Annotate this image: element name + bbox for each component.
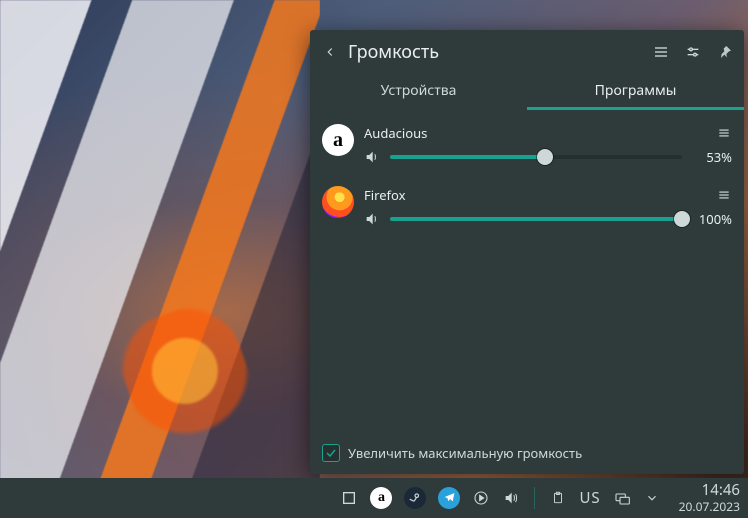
steam-tray-icon[interactable] [404,487,426,509]
clipboard-tray-icon[interactable] [549,489,567,507]
apps-list: a Audacious 53% [310,110,744,434]
speaker-icon[interactable] [364,211,380,227]
tab-devices[interactable]: Устройства [310,74,527,110]
app-menu-button[interactable] [716,188,732,202]
pin-icon[interactable] [716,43,734,61]
media-play-tray-icon[interactable] [472,489,490,507]
volume-value: 53% [692,148,732,166]
panel-title: Громкость [348,40,652,64]
app-name: Firefox [364,186,716,204]
firefox-icon [322,186,354,218]
boost-volume-checkbox[interactable] [322,444,340,462]
settings-sliders-icon[interactable] [684,43,702,61]
tray-expand-icon[interactable] [643,489,661,507]
telegram-tray-icon[interactable] [438,487,460,509]
volume-tray-icon[interactable] [502,489,520,507]
keyboard-layout-indicator[interactable]: US [579,488,600,508]
boost-volume-label: Увеличить максимальную громкость [348,444,582,462]
volume-slider-firefox[interactable] [390,211,682,227]
app-menu-button[interactable] [716,126,732,140]
app-row-audacious: a Audacious 53% [322,118,732,180]
app-row-firefox: Firefox 100% [322,180,732,242]
volume-panel: Громкость Устройства Программы a [310,30,744,474]
app-name: Audacious [364,124,716,142]
network-tray-icon[interactable] [613,489,631,507]
volume-value: 100% [692,210,732,228]
desktop-peek-icon[interactable] [340,489,358,507]
audacious-tray-icon[interactable]: a [370,487,392,509]
back-button[interactable] [318,40,342,64]
hamburger-icon[interactable] [652,43,670,61]
panel-footer: Увеличить максимальную громкость [310,434,744,474]
taskbar: a US 14:46 20.07.2023 [0,478,748,518]
volume-slider-audacious[interactable] [390,149,682,165]
speaker-icon[interactable] [364,149,380,165]
clock[interactable]: 14:46 20.07.2023 [679,482,740,513]
panel-header: Громкость [310,30,744,74]
tab-apps[interactable]: Программы [527,74,744,110]
clock-date: 20.07.2023 [679,500,740,514]
system-tray: a US 14:46 20.07.2023 [340,482,740,513]
tray-separator [534,487,535,509]
tab-devices-label: Устройства [381,81,457,100]
tabs: Устройства Программы [310,74,744,110]
audacious-icon: a [322,124,354,156]
tab-apps-label: Программы [595,81,677,100]
